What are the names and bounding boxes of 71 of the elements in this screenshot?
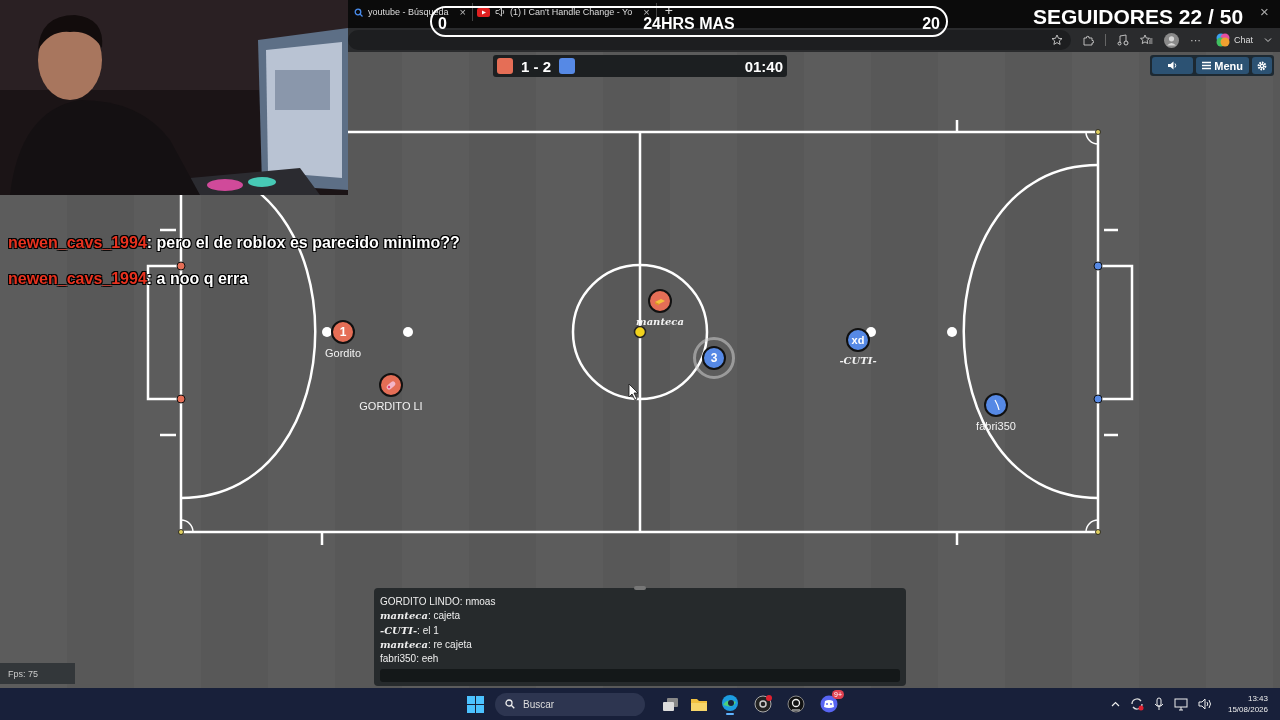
field-disc bbox=[947, 327, 957, 337]
follower-counter: SEGUIDORES 22 / 50 bbox=[1033, 5, 1244, 29]
settings-button[interactable] bbox=[1252, 57, 1272, 74]
player-disc: 3 bbox=[702, 346, 726, 370]
sound-button[interactable] bbox=[1152, 57, 1194, 74]
cursor-icon bbox=[628, 383, 639, 401]
tab-title: (1) I Can't Handle Change - Yo bbox=[510, 7, 633, 17]
field-disc bbox=[403, 327, 413, 337]
close-button[interactable]: × bbox=[1260, 3, 1269, 20]
chat-username: newen_cavs_1994 bbox=[8, 270, 147, 287]
player-disc: xd bbox=[846, 328, 870, 352]
task-view-icon[interactable] bbox=[662, 696, 679, 712]
team-swatch bbox=[559, 58, 575, 74]
close-tab-button[interactable]: × bbox=[459, 6, 466, 18]
goal-post bbox=[176, 394, 186, 404]
goal-post bbox=[176, 261, 186, 271]
fps-counter: Fps: 75 bbox=[0, 663, 75, 684]
goal-post bbox=[1093, 394, 1103, 404]
record-icon[interactable] bbox=[754, 695, 772, 713]
chat-message: manteca: cajeta bbox=[380, 609, 462, 624]
favorites-icon[interactable] bbox=[1140, 34, 1153, 46]
corner-post bbox=[178, 529, 184, 535]
settings-icon bbox=[1257, 60, 1267, 71]
edge-icon[interactable] bbox=[719, 693, 741, 715]
chat-button[interactable]: Chat bbox=[1216, 33, 1253, 47]
music-icon[interactable] bbox=[1117, 34, 1129, 46]
team-swatch bbox=[497, 58, 513, 74]
field-disc bbox=[322, 327, 332, 337]
ball bbox=[633, 325, 647, 339]
profile-avatar-icon[interactable] bbox=[1164, 32, 1179, 48]
search-icon bbox=[505, 699, 515, 709]
clock[interactable]: 13:43 15/08/2026 bbox=[1227, 693, 1268, 715]
score-text: 1 - 2 bbox=[521, 57, 551, 75]
goal-end: 20 bbox=[922, 15, 940, 33]
match-timer: 01:40 bbox=[744, 57, 783, 75]
menu-button[interactable]: Menu bbox=[1196, 57, 1249, 74]
chevron-up-icon[interactable] bbox=[1110, 701, 1120, 707]
more-button[interactable]: ··· bbox=[1190, 34, 1201, 46]
speaker-icon bbox=[495, 7, 505, 17]
sync-icon[interactable] bbox=[1129, 697, 1144, 711]
player-name: -CUTI- bbox=[839, 355, 877, 366]
copilot-icon bbox=[1216, 33, 1230, 47]
chat-message: manteca: re cajeta bbox=[380, 637, 473, 652]
drag-handle[interactable] bbox=[634, 586, 646, 590]
player-name: GORDITO LI bbox=[359, 400, 423, 412]
field-disc bbox=[866, 327, 876, 337]
star-icon[interactable] bbox=[1051, 34, 1063, 46]
discord-icon[interactable] bbox=[820, 695, 838, 713]
network-icon[interactable] bbox=[1173, 697, 1188, 711]
close-tab-button[interactable]: × bbox=[643, 6, 650, 18]
chat-message: GORDITO LINDO: nmoas bbox=[380, 595, 497, 609]
search-field[interactable]: Buscar bbox=[495, 692, 645, 716]
corner-post bbox=[1095, 129, 1101, 135]
microphone-icon[interactable] bbox=[1153, 697, 1164, 711]
address-field[interactable] bbox=[348, 30, 1071, 50]
caret-icon[interactable] bbox=[1264, 37, 1272, 43]
search-icon bbox=[354, 7, 363, 17]
corner-post bbox=[1095, 529, 1101, 535]
goal-post bbox=[1093, 261, 1103, 271]
chat-message: -CUTI-: el 1 bbox=[380, 623, 440, 638]
windows-icon[interactable] bbox=[467, 695, 484, 713]
puzzle-icon[interactable] bbox=[1082, 34, 1094, 46]
camera-icon[interactable] bbox=[787, 695, 805, 713]
player-disc: 1 bbox=[331, 320, 355, 344]
folder-icon[interactable] bbox=[690, 696, 708, 712]
chat-username: newen_cavs_1994 bbox=[8, 234, 147, 251]
player-name: Gordito bbox=[324, 347, 362, 359]
speaker-icon bbox=[1167, 61, 1179, 70]
chat-message: fabri350: eeh bbox=[380, 652, 440, 667]
menu-icon bbox=[1202, 61, 1212, 70]
volume-icon[interactable] bbox=[1197, 698, 1212, 710]
